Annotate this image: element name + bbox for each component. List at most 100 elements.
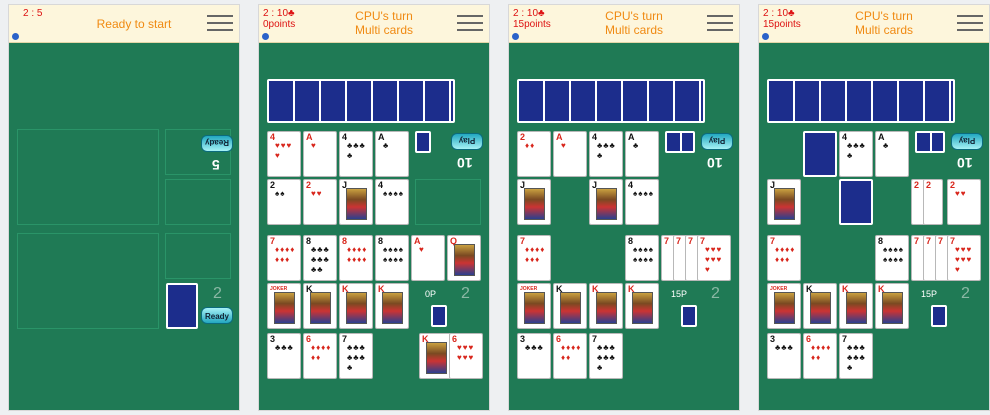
card-seven-clubs[interactable]: 7 ♣♣♣♣♣♣♣: [839, 333, 873, 379]
card-stack-4[interactable]: 7 ♥♥♥♥♥♥♥: [697, 235, 731, 281]
player-ready-button[interactable]: Ready: [201, 307, 233, 324]
card-eight-spades[interactable]: 8 ♠♠♠♠♠♠♠♠: [625, 235, 659, 281]
player-deck-card[interactable]: [166, 283, 198, 329]
card-eight-diamonds[interactable]: 8 ♦♦♦♦♦♦♦♦: [339, 235, 373, 281]
status-subtitle: Multi cards: [604, 23, 663, 37]
header-bar: 2 : 10♣ 15points CPU's turn Multi cards: [759, 5, 989, 43]
pot-points-label: 0P: [425, 289, 437, 299]
card-two-hearts[interactable]: 2 ♥♥: [303, 179, 337, 225]
card-king-diamonds[interactable]: K♦: [625, 283, 659, 329]
card-eight-spades[interactable]: 8 ♠♠♠♠♠♠♠♠: [875, 235, 909, 281]
card-king-spades[interactable]: K♠: [303, 283, 337, 329]
card-three-clubs[interactable]: 3 ♣♣♣: [517, 333, 551, 379]
card-king-hearts-hand[interactable]: K♥: [419, 333, 453, 379]
points-label: 0points: [263, 19, 296, 30]
info-dot-icon[interactable]: [512, 33, 519, 40]
card-ace-hearts[interactable]: A ♥: [303, 131, 337, 177]
card-four-spades[interactable]: 4 ♠♠♠♠: [375, 179, 409, 225]
card-six-hearts[interactable]: 6 ♥♥♥♥♥♥: [449, 333, 483, 379]
card-seven-diamonds[interactable]: 7 ♦♦♦♦♦♦♦: [267, 235, 301, 281]
card-seven-clubs[interactable]: 7 ♣♣♣♣♣♣♣: [589, 333, 623, 379]
info-dot-icon[interactable]: [12, 33, 19, 40]
score-label: 2 : 10♣: [513, 8, 545, 19]
header-bar: 2 : 10♣ 15points CPU's turn Multi cards: [509, 5, 739, 43]
card-joker[interactable]: JOKER★: [267, 283, 301, 329]
card-joker[interactable]: JOKER★: [767, 283, 801, 329]
card-eight-spades[interactable]: 8 ♠♠♠♠♠♠♠♠: [375, 235, 409, 281]
card-four-spades[interactable]: 4 ♠♠♠♠: [625, 179, 659, 225]
card-ace-hearts-field[interactable]: A ♥: [411, 235, 445, 281]
card-six-diamonds[interactable]: 6 ♦♦♦♦♦♦: [303, 333, 337, 379]
player-deck-card[interactable]: [681, 305, 697, 327]
info-dot-icon[interactable]: [762, 33, 769, 40]
hamburger-menu-icon[interactable]: [457, 15, 483, 33]
card-jack-spades-2[interactable]: J♠: [589, 179, 623, 225]
points-label: 15points: [763, 19, 801, 30]
player-deck-card[interactable]: [931, 305, 947, 327]
hamburger-menu-icon[interactable]: [707, 15, 733, 33]
card-jack-spades[interactable]: J♠: [767, 179, 801, 225]
card-stack-b[interactable]: 2: [923, 179, 943, 225]
opponent-ready-button[interactable]: Ready: [201, 135, 233, 152]
card-six-diamonds[interactable]: 6 ♦♦♦♦♦♦: [553, 333, 587, 379]
card-king-spades[interactable]: K♠: [553, 283, 587, 329]
pot-points-label: 15P: [671, 289, 688, 299]
card-four-clubs[interactable]: 4 ♣♣♣♣: [339, 131, 373, 177]
cpu-hand-cards: [767, 79, 955, 123]
status-title: CPU's turn: [605, 9, 663, 23]
card-seven-diamonds[interactable]: 7 ♦♦♦♦♦♦♦: [517, 235, 551, 281]
card-seven-diamonds[interactable]: 7 ♦♦♦♦♦♦♦: [767, 235, 801, 281]
card-seven-clubs[interactable]: 7 ♣♣♣♣♣♣♣: [339, 333, 373, 379]
opponent-card-count: 10: [457, 155, 473, 171]
card-eight-clubs[interactable]: 8 ♣♣♣♣♣♣♣♣: [303, 235, 337, 281]
card-ace-clubs[interactable]: A ♣: [875, 131, 909, 177]
card-ace-clubs[interactable]: A ♣: [375, 131, 409, 177]
card-king-diamonds[interactable]: K♦: [375, 283, 409, 329]
status-subtitle: Multi cards: [854, 23, 913, 37]
score-label: 2 : 5: [23, 8, 43, 19]
card-king-hearts[interactable]: K♥: [339, 283, 373, 329]
card-four-clubs[interactable]: 4 ♣♣♣♣: [589, 131, 623, 177]
screen-cpu-turn-3: 2 : 10♣ 15points CPU's turn Multi cards …: [758, 4, 990, 411]
card-ace-clubs[interactable]: A ♣: [625, 131, 659, 177]
card-king-diamonds[interactable]: K♦: [875, 283, 909, 329]
hamburger-menu-icon[interactable]: [957, 15, 983, 33]
card-king-hearts[interactable]: K♥: [839, 283, 873, 329]
info-dot-icon[interactable]: [262, 33, 269, 40]
hamburger-menu-icon[interactable]: [207, 15, 233, 33]
card-two-diamonds[interactable]: 2 ♦♦: [517, 131, 551, 177]
opponent-play-button[interactable]: Play: [451, 133, 483, 150]
card-six-diamonds[interactable]: 6 ♦♦♦♦♦♦: [803, 333, 837, 379]
card-stack-4[interactable]: 7 ♥♥♥♥♥♥♥: [947, 235, 981, 281]
player-side-slot: [165, 233, 231, 279]
cpu-small-deck: [415, 131, 431, 153]
card-three-clubs[interactable]: 3 ♣♣♣: [267, 333, 301, 379]
card-king-hearts[interactable]: K♥: [589, 283, 623, 329]
cpu-hand-cards: [517, 79, 705, 123]
card-joker[interactable]: JOKER★: [517, 283, 551, 329]
card-two-spades[interactable]: 2 ♠♠: [267, 179, 301, 225]
cpu-played-back: [803, 131, 837, 177]
card-jack-spades-1[interactable]: J♠: [517, 179, 551, 225]
opponent-play-button[interactable]: Play: [701, 133, 733, 150]
header-bar: 2 : 5 Ready to start: [9, 5, 239, 43]
card-queen-hearts[interactable]: Q♥: [447, 235, 481, 281]
card-two-hearts[interactable]: 2 ♥♥: [947, 179, 981, 225]
pot-points-label: 15P: [921, 289, 938, 299]
card-four-hearts[interactable]: 4 ♥♥♥♥: [267, 131, 301, 177]
player-deck-card[interactable]: [431, 305, 447, 327]
player-card-count: 2: [461, 285, 470, 302]
opponent-play-button[interactable]: Play: [951, 133, 983, 150]
card-three-clubs[interactable]: 3 ♣♣♣: [767, 333, 801, 379]
player-card-count: 2: [961, 285, 970, 302]
card-jack-spades[interactable]: J♠: [339, 179, 373, 225]
cpu-small-deck: [665, 131, 695, 153]
cpu-played-back-2: [839, 179, 873, 225]
points-label: 15points: [513, 19, 551, 30]
player-card-count: 2: [213, 285, 222, 302]
card-ace-hearts[interactable]: A ♥: [553, 131, 587, 177]
player-play-area: [17, 233, 159, 329]
card-king-spades[interactable]: K♠: [803, 283, 837, 329]
opponent-card-count: 10: [957, 155, 973, 171]
card-four-clubs[interactable]: 4 ♣♣♣♣: [839, 131, 873, 177]
